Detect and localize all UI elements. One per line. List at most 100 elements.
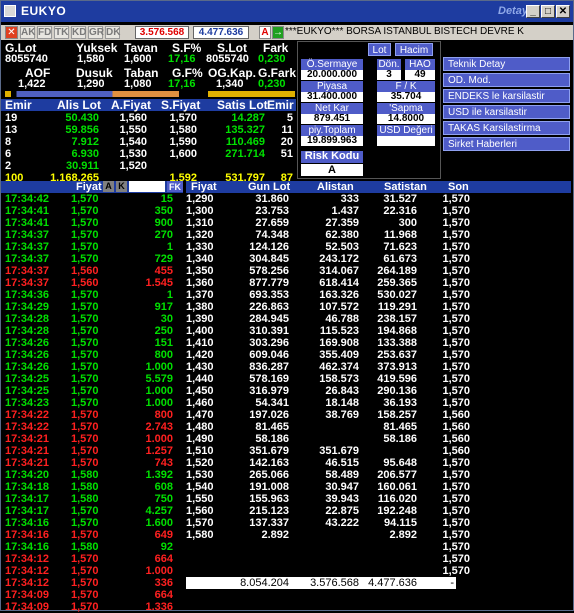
dist-fiyat: 1,410 bbox=[186, 337, 214, 349]
app-window: EUKYO Detay _ □ ✕ ✕ AK FD TK KD GR DK 3.… bbox=[0, 0, 574, 613]
teknik-detay-button[interactable]: Teknik Detay bbox=[443, 57, 570, 71]
tab-gr[interactable]: GR bbox=[88, 26, 104, 39]
close-x-icon[interactable]: ✕ bbox=[5, 26, 18, 39]
trade-lot: 1.000 bbox=[145, 565, 173, 577]
trade-time: 17:34:21 bbox=[5, 445, 50, 457]
dist-gun-lot: 191.008 bbox=[249, 481, 289, 493]
sirket-haberleri-button[interactable]: Sirket Haberleri bbox=[443, 137, 570, 151]
distribution-row: 1,460 54.341 18.148 36.193 1,570 bbox=[186, 397, 571, 409]
od-mod-button[interactable]: OD. Mod. bbox=[443, 73, 570, 87]
dist-gun-lot: 310.391 bbox=[249, 325, 289, 337]
dist-fiyat: 1,290 bbox=[186, 193, 214, 205]
hacim-button[interactable]: Hacim bbox=[395, 43, 433, 56]
trade-time: 17:34:26 bbox=[5, 349, 50, 361]
depth-cell: 110.469 bbox=[225, 136, 265, 148]
usd-compare-button[interactable]: USD ile karsilastir bbox=[443, 105, 570, 119]
dist-son: 1,570 bbox=[442, 301, 470, 313]
dist-alistan: 163.326 bbox=[319, 289, 359, 301]
tab-kd[interactable]: KD bbox=[71, 26, 86, 39]
summary-tavan-value: 1,600 bbox=[124, 53, 152, 65]
dist-son: 1,560 bbox=[442, 445, 470, 457]
dist-alistan: 351.679 bbox=[319, 445, 359, 457]
distribution-row: 1,570 bbox=[186, 553, 571, 565]
dist-alistan: 26.843 bbox=[325, 385, 359, 397]
tab-ak[interactable]: AK bbox=[20, 26, 35, 39]
depth-cell: 2 bbox=[5, 160, 12, 172]
dist-satistan: 194.868 bbox=[377, 325, 417, 337]
dist-alistan: 618.414 bbox=[319, 277, 359, 289]
trade-time: 17:34:12 bbox=[5, 565, 50, 577]
trade-lot: 250 bbox=[154, 325, 173, 337]
a-button[interactable]: A bbox=[259, 26, 271, 39]
dist-alistan: 18.148 bbox=[325, 397, 359, 409]
tab-dk[interactable]: DK bbox=[105, 26, 120, 39]
dist-son: 1,570 bbox=[442, 397, 470, 409]
trade-lot: 30 bbox=[160, 313, 173, 325]
trades-fk-button[interactable]: FK bbox=[167, 181, 183, 192]
dist-satistan: 133.388 bbox=[377, 337, 417, 349]
dist-gun-lot: 265.066 bbox=[249, 469, 289, 481]
trade-row: 17:34:26 1,570 1.000 bbox=[5, 361, 183, 373]
dist-alistan: 30.947 bbox=[325, 481, 359, 493]
trade-price: 1,570 bbox=[71, 313, 99, 325]
dist-son: 1,570 bbox=[442, 373, 470, 385]
dist-alistan: 462.374 bbox=[319, 361, 359, 373]
takas-compare-button[interactable]: TAKAS Karsilastirma bbox=[443, 121, 570, 135]
field-value: 35.704 bbox=[377, 92, 435, 102]
dist-alistan: 243.172 bbox=[319, 253, 359, 265]
field-value: 49 bbox=[405, 70, 435, 80]
distribution-row: 1,570 137.337 43.222 94.115 1,570 bbox=[186, 517, 571, 529]
lot-button[interactable]: Lot bbox=[368, 43, 391, 56]
dist-gun-lot: 316.979 bbox=[249, 385, 289, 397]
trade-row: 17:34:26 1,570 151 bbox=[5, 337, 183, 349]
tab-tk[interactable]: TK bbox=[54, 26, 69, 39]
trade-time: 17:34:36 bbox=[5, 289, 50, 301]
trade-row: 17:34:16 1,570 649 bbox=[5, 529, 183, 541]
trade-time: 17:34:17 bbox=[5, 505, 50, 517]
trade-price: 1,570 bbox=[71, 193, 99, 205]
dist-gun-lot: 27.659 bbox=[255, 217, 289, 229]
dist-fiyat: 1,550 bbox=[186, 493, 214, 505]
dist-fiyat: 1,320 bbox=[186, 229, 214, 241]
dist-gun-lot: 877.779 bbox=[249, 277, 289, 289]
dist-gun-lot: 197.026 bbox=[249, 409, 289, 421]
trade-row: 17:34:28 1,570 250 bbox=[5, 325, 183, 337]
trade-price: 1,570 bbox=[71, 301, 99, 313]
trade-time: 17:34:16 bbox=[5, 529, 50, 541]
dist-alistan: 115.523 bbox=[319, 325, 359, 337]
trade-lot: 1.545 bbox=[145, 277, 173, 289]
trade-time: 17:34:09 bbox=[5, 601, 50, 613]
trades-a-toggle[interactable]: A bbox=[103, 181, 114, 192]
distribution-row: 1,420 609.046 355.409 253.637 1,570 bbox=[186, 349, 571, 361]
trade-time: 17:34:21 bbox=[5, 433, 50, 445]
trade-time: 17:34:26 bbox=[5, 361, 50, 373]
depth-cell: 1,600 bbox=[169, 148, 197, 160]
dist-satistan: 300 bbox=[398, 217, 417, 229]
maximize-button[interactable]: □ bbox=[541, 5, 555, 18]
trades-filter-input[interactable] bbox=[129, 181, 165, 192]
endeks-compare-button[interactable]: ENDEKS le karsilastir bbox=[443, 89, 570, 103]
close-button[interactable]: ✕ bbox=[556, 5, 570, 18]
tab-fd[interactable]: FD bbox=[37, 26, 52, 39]
total-alistan: 3.576.568 bbox=[310, 577, 359, 589]
minimize-button[interactable]: _ bbox=[526, 5, 540, 18]
trades-k-toggle[interactable]: K bbox=[116, 181, 127, 192]
dist-son: 1,560 bbox=[442, 409, 470, 421]
trade-price: 1,570 bbox=[71, 325, 99, 337]
trade-lot: 608 bbox=[154, 481, 173, 493]
depth-cell: 1,570 bbox=[169, 112, 197, 124]
dist-header-alistan: Alistan bbox=[317, 181, 354, 193]
dist-satistan: 31.527 bbox=[383, 193, 417, 205]
arrow-right-icon[interactable]: → bbox=[272, 26, 284, 39]
trade-time: 17:34:20 bbox=[5, 469, 50, 481]
trade-lot: 1.000 bbox=[145, 361, 173, 373]
trade-lot: 2.743 bbox=[145, 421, 173, 433]
trade-row: 17:34:16 1,570 1.600 bbox=[5, 517, 183, 529]
depth-cell: 59.856 bbox=[65, 124, 99, 136]
summary-yuksek-value: 1,580 bbox=[77, 53, 105, 65]
depth-ratio-bar bbox=[5, 91, 295, 97]
trade-row: 17:34:37 1,570 270 bbox=[5, 229, 183, 241]
trade-lot: 350 bbox=[154, 205, 173, 217]
dist-satistan: 71.623 bbox=[383, 241, 417, 253]
dist-satistan: 419.596 bbox=[377, 373, 417, 385]
